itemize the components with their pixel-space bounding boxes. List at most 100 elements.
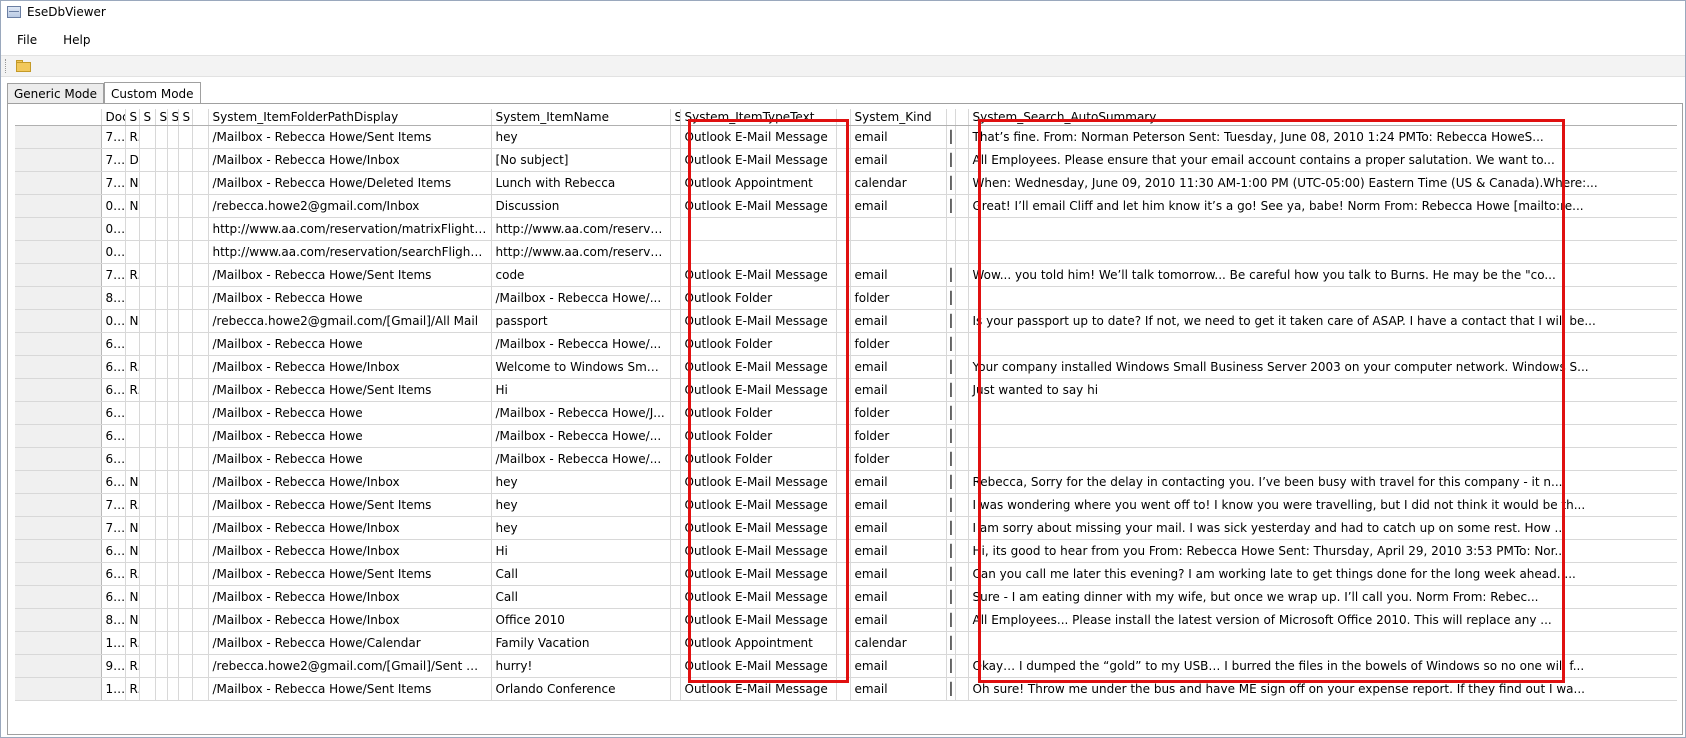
cell-empty[interactable] bbox=[192, 424, 209, 448]
cell-empty[interactable] bbox=[155, 309, 168, 333]
cell-folder-path[interactable]: /Mailbox - Rebecca Howe bbox=[208, 401, 492, 425]
cell-empty[interactable] bbox=[670, 286, 681, 310]
table-row[interactable]: 63/Mailbox - Rebecca Howe/Mailbox - Rebe… bbox=[15, 332, 1677, 356]
cell-empty[interactable] bbox=[955, 470, 969, 494]
cell-item-name[interactable]: Hi bbox=[491, 539, 671, 563]
cell-docid[interactable]: 64 bbox=[101, 355, 126, 379]
cell-trunc[interactable]: ▏ bbox=[946, 470, 956, 494]
cell-status[interactable]: R. bbox=[125, 378, 140, 402]
cell-empty[interactable] bbox=[155, 424, 168, 448]
cell-auto-summary[interactable]: That’s fine. From: Norman Peterson Sent:… bbox=[968, 125, 1677, 149]
cell-docid[interactable]: 62 bbox=[101, 447, 126, 471]
column-header[interactable] bbox=[946, 109, 956, 126]
cell-empty[interactable] bbox=[836, 608, 851, 632]
cell-status[interactable]: N. bbox=[125, 539, 140, 563]
cell-status[interactable]: N. bbox=[125, 171, 140, 195]
cell-empty[interactable] bbox=[155, 286, 168, 310]
cell-empty[interactable] bbox=[167, 378, 179, 402]
cell-empty[interactable] bbox=[836, 240, 851, 264]
cell-status[interactable]: R. bbox=[125, 125, 140, 149]
cell-empty[interactable] bbox=[155, 516, 168, 540]
cell-kind[interactable]: calendar bbox=[850, 171, 947, 195]
cell-status[interactable] bbox=[125, 240, 140, 264]
cell-empty[interactable] bbox=[192, 539, 209, 563]
cell-kind[interactable]: email bbox=[850, 539, 947, 563]
cell-item-name[interactable]: http://www.aa.com/reserva... bbox=[491, 217, 671, 241]
cell-empty[interactable] bbox=[670, 355, 681, 379]
cell-empty[interactable] bbox=[836, 194, 851, 218]
cell-empty[interactable] bbox=[139, 677, 156, 701]
table-row[interactable]: 62/Mailbox - Rebecca Howe/Mailbox - Rebe… bbox=[15, 447, 1677, 471]
cell-empty[interactable] bbox=[178, 447, 193, 471]
cell-item-name[interactable]: Welcome to Windows Small ... bbox=[491, 355, 671, 379]
cell-item-name[interactable]: /Mailbox - Rebecca Howe/... bbox=[491, 286, 671, 310]
column-header[interactable]: S bbox=[670, 109, 681, 126]
table-row[interactable]: 60/Mailbox - Rebecca Howe/Mailbox - Rebe… bbox=[15, 401, 1677, 425]
cell-item-type-text[interactable] bbox=[680, 240, 837, 264]
cell-auto-summary[interactable]: Can you call me later this evening? I am… bbox=[968, 562, 1677, 586]
cell-empty[interactable] bbox=[836, 516, 851, 540]
cell-empty[interactable] bbox=[836, 355, 851, 379]
cell-empty[interactable] bbox=[836, 148, 851, 172]
cell-kind[interactable]: folder bbox=[850, 332, 947, 356]
cell-kind[interactable]: email bbox=[850, 194, 947, 218]
cell-empty[interactable] bbox=[670, 585, 681, 609]
row-header[interactable] bbox=[15, 309, 102, 333]
cell-empty[interactable] bbox=[955, 424, 969, 448]
cell-kind[interactable]: email bbox=[850, 263, 947, 287]
cell-empty[interactable] bbox=[670, 493, 681, 517]
column-header[interactable]: System_ItemName bbox=[491, 109, 671, 126]
cell-item-name[interactable]: Hi bbox=[491, 378, 671, 402]
cell-kind[interactable]: folder bbox=[850, 447, 947, 471]
cell-docid[interactable]: 67 bbox=[101, 562, 126, 586]
cell-docid[interactable]: 72 bbox=[101, 125, 126, 149]
cell-empty[interactable] bbox=[167, 424, 179, 448]
cell-empty[interactable] bbox=[670, 677, 681, 701]
cell-empty[interactable] bbox=[178, 240, 193, 264]
cell-empty[interactable] bbox=[155, 585, 168, 609]
cell-item-type-text[interactable]: Outlook E-Mail Message bbox=[680, 677, 837, 701]
cell-folder-path[interactable]: /Mailbox - Rebecca Howe/Sent Items bbox=[208, 263, 492, 287]
cell-empty[interactable] bbox=[155, 539, 168, 563]
cell-empty[interactable] bbox=[670, 378, 681, 402]
cell-folder-path[interactable]: http://www.aa.com/reservation/matrixFlig… bbox=[208, 217, 492, 241]
cell-empty[interactable] bbox=[167, 493, 179, 517]
cell-empty[interactable] bbox=[192, 493, 209, 517]
column-header[interactable] bbox=[955, 109, 969, 126]
cell-folder-path[interactable]: /Mailbox - Rebecca Howe/Inbox bbox=[208, 148, 492, 172]
cell-empty[interactable] bbox=[139, 401, 156, 425]
cell-docid[interactable]: 04 bbox=[101, 194, 126, 218]
cell-empty[interactable] bbox=[955, 539, 969, 563]
cell-empty[interactable] bbox=[155, 562, 168, 586]
cell-empty[interactable] bbox=[178, 217, 193, 241]
cell-empty[interactable] bbox=[167, 332, 179, 356]
cell-empty[interactable] bbox=[192, 355, 209, 379]
cell-kind[interactable] bbox=[850, 217, 947, 241]
cell-item-type-text[interactable]: Outlook Appointment bbox=[680, 631, 837, 655]
cell-item-name[interactable]: passport bbox=[491, 309, 671, 333]
cell-folder-path[interactable]: /rebecca.howe2@gmail.com/[Gmail]/Sent Ma… bbox=[208, 654, 492, 678]
cell-empty[interactable] bbox=[955, 171, 969, 195]
cell-item-type-text[interactable]: Outlook E-Mail Message bbox=[680, 125, 837, 149]
cell-empty[interactable] bbox=[670, 332, 681, 356]
cell-empty[interactable] bbox=[167, 470, 179, 494]
cell-empty[interactable] bbox=[178, 355, 193, 379]
cell-docid[interactable]: 73 bbox=[101, 148, 126, 172]
column-header[interactable]: Docl bbox=[101, 109, 126, 126]
cell-folder-path[interactable]: /Mailbox - Rebecca Howe/Sent Items bbox=[208, 378, 492, 402]
cell-empty[interactable] bbox=[167, 654, 179, 678]
cell-trunc[interactable]: ▏ bbox=[946, 493, 956, 517]
cell-item-name[interactable]: hey bbox=[491, 516, 671, 540]
cell-item-type-text[interactable] bbox=[680, 217, 837, 241]
cell-item-name[interactable]: /Mailbox - Rebecca Howe/... bbox=[491, 424, 671, 448]
cell-status[interactable] bbox=[125, 286, 140, 310]
cell-kind[interactable]: folder bbox=[850, 286, 947, 310]
cell-item-name[interactable]: Office 2010 bbox=[491, 608, 671, 632]
cell-auto-summary[interactable]: When: Wednesday, June 09, 2010 11:30 AM-… bbox=[968, 171, 1677, 195]
table-row[interactable]: 73D. /Mailbox - Rebecca Howe/Inbox[No sub… bbox=[15, 148, 1677, 172]
cell-status[interactable]: N. bbox=[125, 309, 140, 333]
cell-item-type-text[interactable]: Outlook Appointment bbox=[680, 171, 837, 195]
cell-empty[interactable] bbox=[670, 240, 681, 264]
cell-empty[interactable] bbox=[955, 217, 969, 241]
cell-folder-path[interactable]: /Mailbox - Rebecca Howe bbox=[208, 332, 492, 356]
